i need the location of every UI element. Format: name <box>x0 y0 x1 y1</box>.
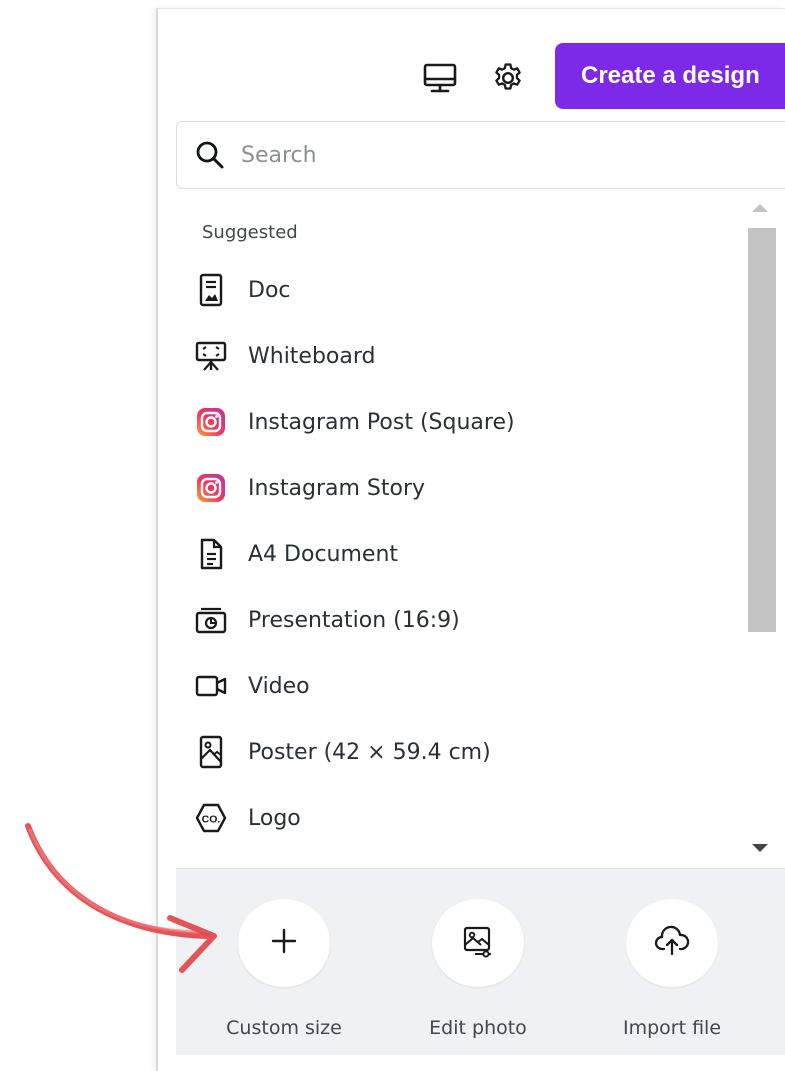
annotation-arrow-icon <box>25 823 217 973</box>
search-box <box>176 121 785 189</box>
list-item-poster[interactable]: Poster (42 × 59.4 cm) <box>192 724 732 780</box>
list-item-instagram-post[interactable]: Instagram Post (Square) <box>192 394 732 450</box>
list-item-instagram-story[interactable]: Instagram Story <box>192 460 732 516</box>
edit-photo-icon <box>461 924 495 963</box>
custom-size-circle[interactable] <box>238 899 330 987</box>
instagram-icon <box>194 471 228 505</box>
list-item-label: Instagram Story <box>248 475 426 501</box>
whiteboard-icon <box>194 339 228 373</box>
list-item-label: Logo <box>248 805 301 831</box>
action-label: Import file <box>622 1017 722 1039</box>
search-icon <box>195 140 225 170</box>
list-item-a4-document[interactable]: A4 Document <box>192 526 732 582</box>
scroll-down-arrow-icon[interactable] <box>752 844 768 852</box>
instagram-icon <box>194 405 228 439</box>
gear-icon[interactable] <box>488 58 528 98</box>
search-input[interactable] <box>239 141 723 169</box>
list-item-doc[interactable]: Doc <box>192 262 732 318</box>
create-design-button[interactable]: Create a design <box>555 43 785 109</box>
document-icon <box>194 537 228 571</box>
quick-actions-bar: Custom size Edit photo Import file <box>176 868 785 1055</box>
suggested-list: Suggested Doc Whiteboard Instagram Post … <box>176 190 785 868</box>
scroll-up-arrow-icon[interactable] <box>752 204 768 212</box>
poster-icon <box>194 735 228 769</box>
import-file-button[interactable]: Import file <box>592 899 752 1039</box>
scrollbar-thumb[interactable] <box>748 228 776 632</box>
list-item-video[interactable]: Video <box>192 658 732 714</box>
plus-icon <box>270 927 298 960</box>
edit-photo-button[interactable]: Edit photo <box>398 899 558 1039</box>
top-bar: Create a design <box>158 40 785 112</box>
list-item-logo[interactable]: CO. Logo <box>192 790 732 846</box>
list-item-label: Doc <box>248 277 291 303</box>
list-item-label: Video <box>248 673 310 699</box>
list-item-label: Presentation (16:9) <box>248 607 460 633</box>
doc-icon <box>194 273 228 307</box>
scrollbar[interactable] <box>744 192 778 862</box>
import-file-circle[interactable] <box>626 899 718 987</box>
section-heading: Suggested <box>202 222 298 243</box>
list-item-label: Poster (42 × 59.4 cm) <box>248 739 491 765</box>
list-item-whiteboard[interactable]: Whiteboard <box>192 328 732 384</box>
list-item-label: Instagram Post (Square) <box>248 409 515 435</box>
action-label: Custom size <box>226 1017 342 1039</box>
monitor-icon[interactable] <box>420 58 460 98</box>
cloud-upload-icon <box>654 925 690 962</box>
list-item-label: A4 Document <box>248 541 399 567</box>
action-label: Edit photo <box>429 1017 527 1039</box>
edit-photo-circle[interactable] <box>432 899 524 987</box>
list-item-presentation[interactable]: Presentation (16:9) <box>192 592 732 648</box>
presentation-icon <box>194 603 228 637</box>
list-item-label: Whiteboard <box>248 343 376 369</box>
video-icon <box>194 669 228 703</box>
